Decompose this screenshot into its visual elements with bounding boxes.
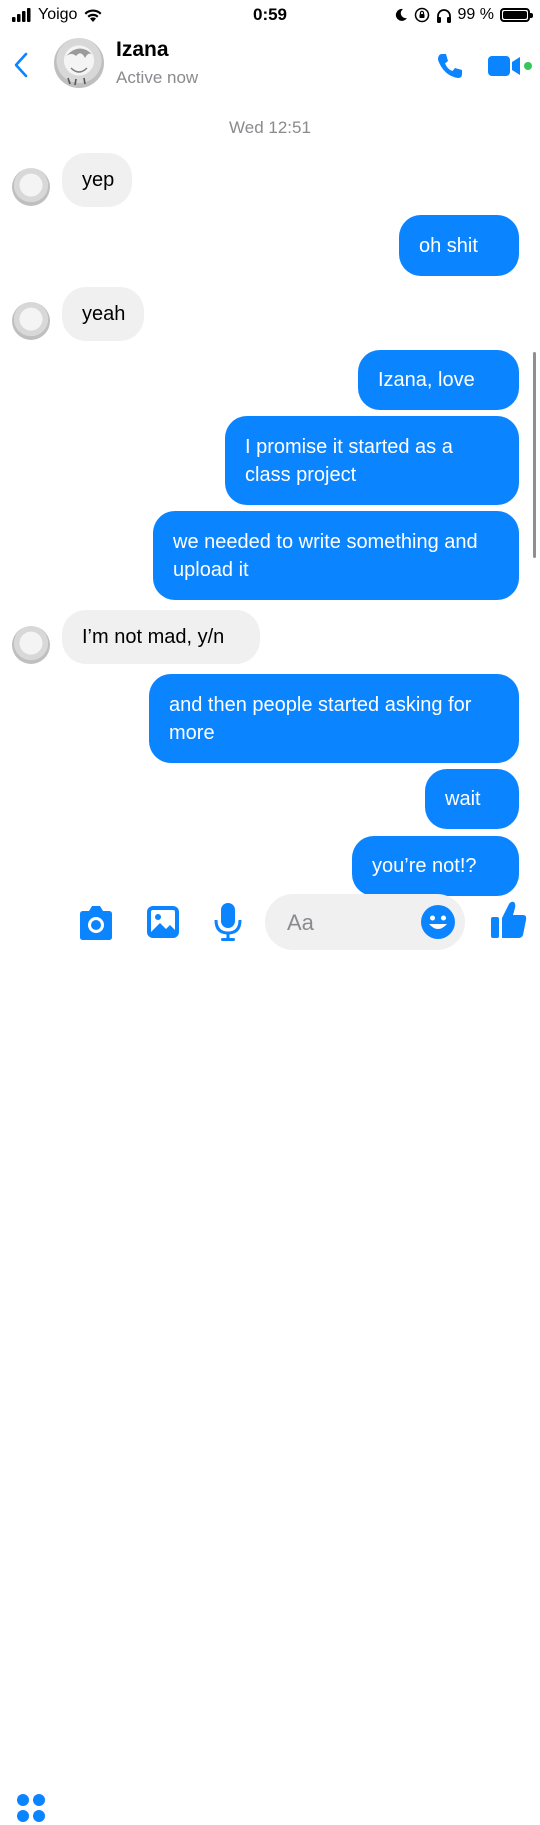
message-bubble-outgoing[interactable]: and then people started asking for more <box>149 674 519 763</box>
message-text: you’re not!? <box>372 855 477 877</box>
battery-icon <box>500 8 533 22</box>
emoji-icon[interactable] <box>420 904 456 940</box>
contact-avatar-small[interactable] <box>12 302 50 340</box>
back-chevron-icon[interactable] <box>10 50 34 80</box>
battery-percent: 99 % <box>457 6 494 23</box>
message-bubble-outgoing[interactable]: Izana, love <box>358 350 519 410</box>
message-text: yeah <box>82 303 126 325</box>
contact-status: Active now <box>116 68 199 87</box>
headphones-icon <box>436 8 451 23</box>
status-bar: Yoigo 0:59 99 % <box>0 0 540 30</box>
message-timestamp: Wed 12:51 <box>229 118 311 137</box>
message-bubble-outgoing[interactable]: I promise it started as a class project <box>225 416 519 505</box>
message-bubble-outgoing[interactable]: wait <box>425 769 519 829</box>
orientation-lock-icon <box>414 7 429 23</box>
contact-name[interactable]: Izana <box>116 38 169 62</box>
photo-gallery-icon[interactable] <box>146 905 180 939</box>
contact-avatar[interactable] <box>54 38 104 88</box>
message-bubble-incoming[interactable]: I’m not mad, y/n <box>62 610 260 664</box>
message-text: we needed to write something and upload … <box>173 530 478 581</box>
scrollbar[interactable] <box>533 352 536 558</box>
message-text: I’m not mad, y/n <box>82 626 225 648</box>
phone-call-icon[interactable] <box>434 50 466 82</box>
contact-avatar-small[interactable] <box>12 168 50 206</box>
more-actions-icon[interactable] <box>14 1791 48 1825</box>
message-input[interactable] <box>285 894 409 952</box>
message-text: wait <box>445 788 481 810</box>
video-call-icon[interactable] <box>486 52 534 80</box>
chat-header: Izana Active now <box>0 30 540 100</box>
message-text: Izana, love <box>378 369 475 391</box>
message-bubble-outgoing[interactable]: oh shit <box>399 215 519 276</box>
message-bubble-incoming[interactable]: yep <box>62 153 132 207</box>
camera-icon[interactable] <box>76 905 116 941</box>
message-text: I promise it started as a class project <box>245 435 453 486</box>
message-bubble-incoming[interactable]: yeah <box>62 287 144 341</box>
message-text: and then people started asking for more <box>169 693 472 744</box>
status-right: 99 % <box>394 6 533 24</box>
moon-icon <box>395 8 407 21</box>
thumbs-up-icon[interactable] <box>490 900 528 940</box>
message-text: yep <box>82 169 115 191</box>
message-text: oh shit <box>419 234 478 257</box>
message-bubble-outgoing[interactable]: we needed to write something and upload … <box>153 511 519 600</box>
contact-avatar-small[interactable] <box>12 626 50 664</box>
microphone-icon[interactable] <box>213 902 243 942</box>
